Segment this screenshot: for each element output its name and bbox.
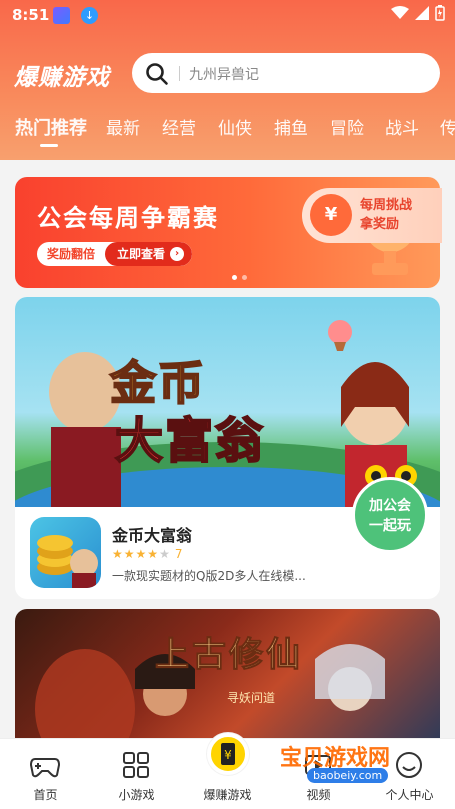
tab-home-label: 首页 [33, 788, 58, 802]
join-guild-button[interactable]: 加公会 一起玩 [352, 477, 428, 553]
search-placeholder[interactable]: 九州异兽记 [189, 64, 259, 84]
star-icon: ★ [123, 547, 135, 561]
tab-xianxia[interactable]: 仙侠 [218, 114, 252, 139]
tab-adventure[interactable]: 冒险 [330, 114, 364, 139]
search-divider [179, 66, 180, 81]
view-now-button[interactable]: 立即查看 › [105, 242, 193, 266]
tab-mini-games[interactable]: 小游戏 [91, 739, 182, 809]
hero-title-line2: 大富翁 [114, 412, 266, 470]
arrow-right-icon: › [170, 247, 185, 261]
tab-video-label: 视频 [306, 788, 331, 802]
coin-stack-icon [37, 535, 98, 588]
tab-earn-games[interactable]: ¥ 爆赚游戏 [182, 733, 273, 809]
tab-more[interactable]: 传 [440, 114, 455, 139]
svg-text:¥: ¥ [224, 748, 232, 762]
tab-newest[interactable]: 最新 [106, 114, 140, 139]
star-half-icon: ★ [147, 547, 159, 561]
tab-hot[interactable]: 热门推荐 [15, 114, 87, 140]
banner-cta[interactable]: 奖励翻倍 立即查看 › [37, 242, 193, 266]
rating-value: 7 [174, 547, 183, 561]
grid-icon [123, 752, 149, 778]
search-bar[interactable]: 九州异兽记 [132, 53, 440, 93]
tab-home[interactable]: 首页 [0, 739, 91, 809]
tab-fishing[interactable]: 捕鱼 [274, 114, 308, 139]
status-indicators [391, 5, 445, 21]
star-icon: ★ [135, 547, 147, 561]
pagination-dot [232, 275, 237, 280]
tab-profile-label: 个人中心 [385, 788, 434, 802]
status-time: 8:51 [12, 6, 50, 24]
star-empty-icon: ★ [159, 547, 170, 561]
weekly-challenge-button[interactable]: ¥ 每周挑战 拿奖励 [302, 188, 442, 243]
tab-earn-games-label: 爆赚游戏 [203, 788, 252, 802]
challenge-line1: 每周挑战 [360, 198, 413, 213]
status-bar: 8:51 ↓ [0, 0, 455, 30]
brand-logo: 爆赚游戏 [14, 65, 110, 91]
red-envelope-icon: ¥ [310, 194, 352, 236]
join-guild-line1: 加公会 [369, 498, 411, 514]
view-now-label: 立即查看 [117, 247, 166, 261]
tab-business[interactable]: 经营 [162, 114, 196, 139]
reward-double-label: 奖励翻倍 [47, 247, 96, 261]
main-content: 公会每周争霸赛 奖励翻倍 立即查看 › 金币 大富翁 金币大富翁 ★ ★ ★ ★… [0, 160, 455, 738]
second-game-subtitle: 寻妖问道 [227, 691, 276, 705]
featured-game-card[interactable]: 金币 大富翁 金币大富翁 ★ ★ ★ ★ ★ 7 一款现实题材的Q版2D多人在线… [15, 297, 440, 599]
game-app-icon[interactable] [30, 517, 101, 588]
join-guild-line2: 一起玩 [369, 518, 411, 534]
yen-ticket-icon: ¥ [207, 733, 249, 775]
banner-pagination [232, 275, 247, 280]
second-game-title: 上古修仙 [155, 635, 303, 676]
challenge-line2: 拿奖励 [360, 217, 400, 232]
watermark-url: baobeiy.com [307, 768, 389, 783]
download-notification-icon: ↓ [81, 7, 98, 24]
second-game-banner[interactable]: 上古修仙 寻妖问道 [15, 609, 440, 738]
battery-icon [435, 5, 445, 21]
challenge-label: 每周挑战 拿奖励 [360, 196, 412, 234]
game-description: 一款现实题材的Q版2D多人在线模... [112, 569, 306, 583]
gamepad-icon [29, 758, 61, 778]
star-icon: ★ [112, 547, 123, 561]
category-tabs: 热门推荐 最新 经营 仙侠 捕鱼 冒险 战斗 传 [0, 114, 455, 150]
banner-title: 公会每周争霸赛 [37, 204, 219, 232]
profile-icon [396, 752, 422, 778]
app-header: 8:51 ↓ 爆赚游戏 九州异兽记 热门推荐 最新 经营 仙侠 捕鱼 冒险 战斗… [0, 0, 455, 160]
notification-app-icon [53, 7, 70, 24]
wifi-icon [391, 6, 409, 19]
tab-mini-games-label: 小游戏 [118, 788, 155, 802]
pagination-dot [242, 275, 247, 280]
active-tab-indicator [40, 144, 58, 147]
star-rating: ★ ★ ★ ★ ★ 7 [112, 547, 182, 561]
search-icon [146, 63, 168, 85]
signal-icon [415, 6, 429, 20]
tab-battle[interactable]: 战斗 [385, 114, 419, 139]
game-title[interactable]: 金币大富翁 [112, 522, 192, 546]
